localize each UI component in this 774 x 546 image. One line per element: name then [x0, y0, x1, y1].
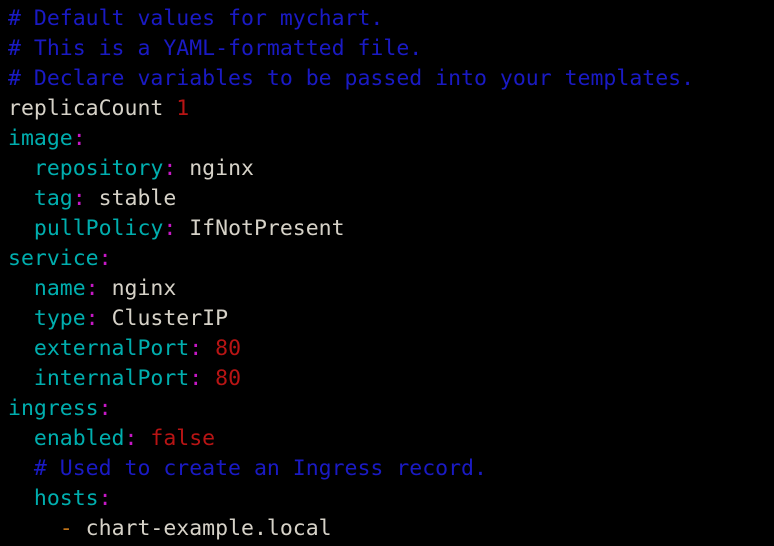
token-colon: :: [98, 396, 112, 421]
code-lines-container: # Default values for mychart. # This is a…: [0, 4, 774, 544]
code-line: name: nginx: [0, 274, 774, 304]
token-key: image: [8, 126, 73, 151]
code-line: type: ClusterIP: [0, 304, 774, 334]
code-line: hosts:: [0, 484, 774, 514]
token-key: repository: [33, 156, 164, 181]
token-value: IfNotPresent: [176, 216, 345, 241]
token-colon: :: [189, 366, 203, 391]
code-line: replicaCount 1: [0, 94, 774, 124]
token-colon: :: [189, 336, 203, 361]
token-colon: :: [98, 246, 112, 271]
token-comment: # Declare variables to be passed into yo…: [8, 66, 695, 91]
code-line: image:: [0, 124, 774, 154]
token-colon: :: [85, 306, 99, 331]
token-comment: # Used to create an Ingress record.: [33, 456, 487, 481]
token-num: 80: [202, 366, 242, 391]
code-line: # This is a YAML-formatted file.: [0, 34, 774, 64]
code-line: service:: [0, 244, 774, 274]
token-colon: :: [124, 426, 138, 451]
token-value: stable: [85, 186, 177, 211]
code-line: # Used to create an Ingress record.: [0, 454, 774, 484]
code-editor-pane[interactable]: # Default values for mychart. # This is a…: [0, 4, 774, 546]
code-line: pullPolicy: IfNotPresent: [0, 214, 774, 244]
token-key: externalPort: [33, 336, 190, 361]
token-plain: replicaCount: [8, 96, 164, 121]
token-bool: false: [137, 426, 216, 451]
token-num: 1: [176, 96, 190, 121]
code-line: - chart-example.local: [0, 514, 774, 544]
token-value: ClusterIP: [98, 306, 229, 331]
token-comment: # This is a YAML-formatted file.: [8, 36, 423, 61]
token-key: internalPort: [33, 366, 190, 391]
token-key: enabled: [33, 426, 125, 451]
token-key: name: [33, 276, 86, 301]
token-key: service: [8, 246, 99, 271]
token-key: ingress: [8, 396, 99, 421]
token-colon: :: [72, 186, 86, 211]
token-colon: :: [98, 486, 112, 511]
token-comment: # Default values for mychart.: [8, 6, 384, 31]
token-key: hosts: [33, 486, 99, 511]
token-key: type: [33, 306, 86, 331]
token-colon: :: [85, 276, 99, 301]
token-dash: -: [59, 516, 73, 541]
token-colon: :: [163, 216, 177, 241]
token-value: chart-example.local: [72, 516, 332, 541]
code-line: # Declare variables to be passed into yo…: [0, 64, 774, 94]
code-line: externalPort: 80: [0, 334, 774, 364]
token-num: 80: [202, 336, 242, 361]
code-line: ingress:: [0, 394, 774, 424]
token-key: tag: [33, 186, 73, 211]
token-value: nginx: [98, 276, 177, 301]
code-line: enabled: false: [0, 424, 774, 454]
code-line: tag: stable: [0, 184, 774, 214]
code-line: repository: nginx: [0, 154, 774, 184]
token-colon: :: [163, 156, 177, 181]
token-key: pullPolicy: [33, 216, 164, 241]
token-value: nginx: [176, 156, 254, 181]
code-line: # Default values for mychart.: [0, 4, 774, 34]
token-colon: :: [72, 126, 86, 151]
code-line: internalPort: 80: [0, 364, 774, 394]
